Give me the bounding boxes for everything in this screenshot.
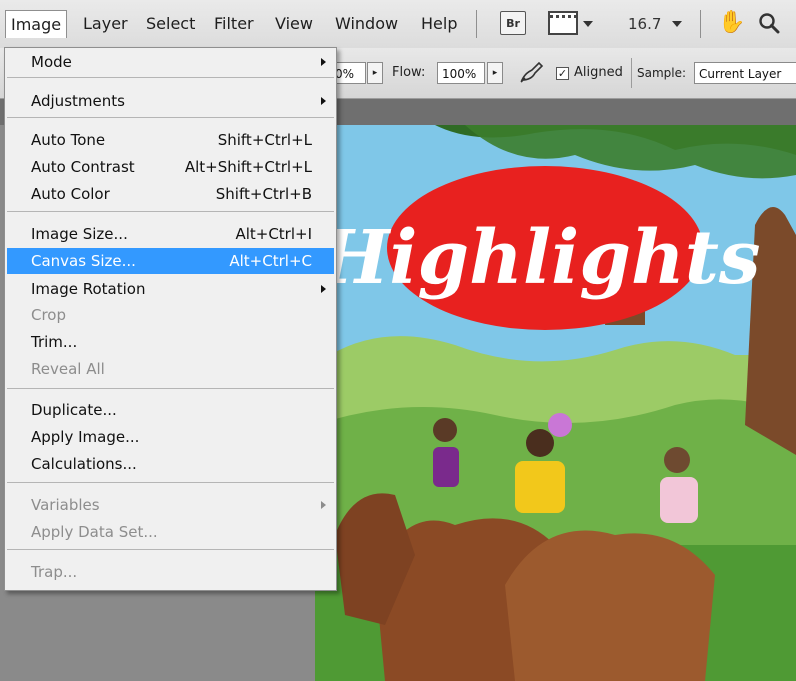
menu-item-label: Image Size... xyxy=(31,225,128,243)
menu-item-label: Auto Contrast xyxy=(31,158,135,176)
menu-item-apply-data-set[interactable]: Apply Data Set... xyxy=(7,519,334,545)
menu-item-image-rotation[interactable]: Image Rotation xyxy=(7,276,334,302)
chevron-down-icon[interactable] xyxy=(583,21,593,27)
menu-item-shortcut: Alt+Ctrl+C xyxy=(229,252,312,270)
sample-label: Sample: xyxy=(637,66,687,80)
image-menu: Mode Adjustments Auto Tone Shift+Ctrl+L A… xyxy=(4,47,337,591)
document-canvas[interactable]: Highlights xyxy=(315,125,796,681)
menu-item-auto-tone[interactable]: Auto Tone Shift+Ctrl+L xyxy=(7,127,334,153)
hand-tool-icon[interactable]: ✋ xyxy=(718,8,745,38)
options-separator xyxy=(631,58,632,88)
menu-item-label: Calculations... xyxy=(31,455,137,473)
sample-select[interactable]: Current Layer xyxy=(694,62,796,84)
menu-item-label: Image Rotation xyxy=(31,280,146,298)
flow-slider-arrow[interactable]: ▸ xyxy=(487,62,503,84)
menu-item-label: Apply Data Set... xyxy=(31,523,158,541)
menu-item-label: Adjustments xyxy=(31,92,125,110)
menu-item-reveal-all[interactable]: Reveal All xyxy=(7,356,334,382)
opacity-slider-arrow[interactable]: ▸ xyxy=(367,62,383,84)
menu-item-canvas-size[interactable]: Canvas Size... Alt+Ctrl+C xyxy=(7,248,334,274)
highlights-illustration: Highlights xyxy=(315,125,796,681)
menu-item-trim[interactable]: Trim... xyxy=(7,329,334,355)
menu-view[interactable]: View xyxy=(270,10,318,38)
bridge-button[interactable]: Br xyxy=(500,11,526,35)
menu-item-auto-color[interactable]: Auto Color Shift+Ctrl+B xyxy=(7,181,334,207)
menu-separator xyxy=(7,388,334,389)
submenu-arrow-icon xyxy=(321,285,326,293)
menu-item-auto-contrast[interactable]: Auto Contrast Alt+Shift+Ctrl+L xyxy=(7,154,334,180)
menu-select[interactable]: Select xyxy=(141,10,200,38)
menu-item-apply-image[interactable]: Apply Image... xyxy=(7,424,334,450)
menu-separator xyxy=(476,10,477,38)
menu-window[interactable]: Window xyxy=(330,10,403,38)
menu-item-shortcut: Shift+Ctrl+L xyxy=(217,131,312,149)
menu-item-calculations[interactable]: Calculations... xyxy=(7,451,334,477)
airbrush-icon[interactable] xyxy=(519,60,545,89)
menu-item-label: Trap... xyxy=(31,563,78,581)
submenu-arrow-icon xyxy=(321,501,326,509)
menu-item-label: Apply Image... xyxy=(31,428,140,446)
flow-field[interactable]: 100% xyxy=(437,62,485,84)
menu-separator xyxy=(7,482,334,483)
menu-separator xyxy=(7,117,334,118)
menu-item-label: Auto Color xyxy=(31,185,110,203)
zoom-dropdown-icon[interactable] xyxy=(672,21,682,27)
menu-image[interactable]: Image xyxy=(5,10,68,38)
zoom-level[interactable]: 16.7 xyxy=(628,10,661,38)
menu-item-label: Variables xyxy=(31,496,100,514)
menu-separator xyxy=(7,77,334,78)
menu-item-crop[interactable]: Crop xyxy=(7,302,334,328)
aligned-checkbox[interactable]: ✓ xyxy=(556,67,569,80)
menu-separator xyxy=(700,10,701,38)
menu-item-label: Duplicate... xyxy=(31,401,117,419)
menu-help[interactable]: Help xyxy=(416,10,462,38)
menu-item-trap[interactable]: Trap... xyxy=(7,559,334,585)
menu-item-label: Canvas Size... xyxy=(31,252,136,270)
menu-filter[interactable]: Filter xyxy=(209,10,259,38)
menu-item-shortcut: Alt+Shift+Ctrl+L xyxy=(184,158,312,176)
menu-item-adjustments[interactable]: Adjustments xyxy=(7,88,334,114)
menu-bar: Image Layer Select Filter View Window He… xyxy=(0,0,796,49)
menu-item-duplicate[interactable]: Duplicate... xyxy=(7,397,334,423)
menu-item-shortcut: Shift+Ctrl+B xyxy=(215,185,312,203)
menu-item-label: Auto Tone xyxy=(31,131,106,149)
menu-item-image-size[interactable]: Image Size... Alt+Ctrl+I xyxy=(7,221,334,247)
menu-item-mode[interactable]: Mode xyxy=(7,49,334,75)
aligned-label: Aligned xyxy=(574,65,623,80)
flow-label: Flow: xyxy=(392,65,426,80)
menu-separator xyxy=(7,549,334,550)
menu-item-label: Mode xyxy=(31,53,72,71)
menu-item-label: Trim... xyxy=(31,333,78,351)
highlights-title: Highlights xyxy=(317,215,760,301)
menu-separator xyxy=(7,211,334,212)
submenu-arrow-icon xyxy=(321,97,326,105)
mini-bridge-icon[interactable] xyxy=(548,11,578,35)
submenu-arrow-icon xyxy=(321,58,326,66)
menu-item-shortcut: Alt+Ctrl+I xyxy=(235,225,312,243)
photoshop-window: Image Layer Select Filter View Window He… xyxy=(0,0,796,681)
menu-item-label: Crop xyxy=(31,306,67,324)
zoom-tool-icon[interactable] xyxy=(758,8,780,43)
menu-layer[interactable]: Layer xyxy=(78,10,133,38)
menu-item-label: Reveal All xyxy=(31,360,105,378)
menu-item-variables[interactable]: Variables xyxy=(7,492,334,518)
